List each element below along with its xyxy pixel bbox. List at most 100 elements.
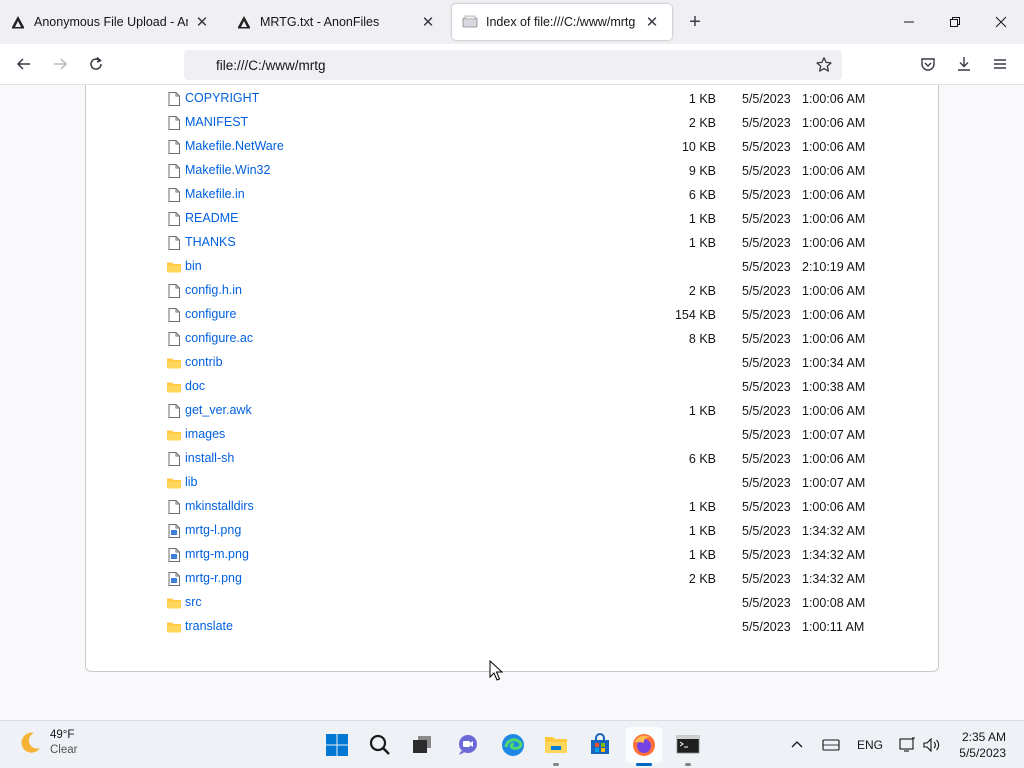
listing-item-date: 5/5/2023 bbox=[742, 572, 791, 586]
listing-item-size: 154 KB bbox=[674, 308, 716, 322]
listing-item-time: 1:00:38 AM bbox=[802, 380, 866, 394]
restore-button[interactable] bbox=[932, 0, 978, 44]
listing-item-size: 8 KB bbox=[688, 332, 716, 346]
listing-item-link[interactable]: README bbox=[185, 211, 238, 225]
store-icon bbox=[591, 733, 609, 754]
weather-widget[interactable]: 49°F Clear bbox=[16, 728, 77, 758]
listing-item-time: 2:10:19 AM bbox=[802, 260, 866, 274]
listing-item-size: 10 KB bbox=[681, 140, 716, 154]
listing-item-date: 5/5/2023 bbox=[742, 260, 791, 274]
listing-item-link[interactable]: doc bbox=[185, 379, 205, 393]
pocket-button[interactable] bbox=[914, 50, 942, 78]
file-icon bbox=[168, 404, 180, 418]
close-tab-icon[interactable]: ✕ bbox=[418, 12, 438, 32]
address-bar[interactable]: file:///C:/www/mrtg bbox=[184, 50, 842, 80]
close-window-button[interactable] bbox=[978, 0, 1024, 44]
bookmark-star-icon[interactable] bbox=[814, 55, 834, 75]
network-button[interactable] bbox=[898, 721, 916, 768]
listing-item-link[interactable]: get_ver.awk bbox=[185, 403, 252, 417]
listing-row: configure.ac 8 KB 5/5/2023 1:00:06 AM bbox=[86, 327, 938, 351]
listing-item-link[interactable]: Makefile.NetWare bbox=[185, 139, 284, 153]
listing-item-date: 5/5/2023 bbox=[742, 524, 791, 538]
listing-item-link[interactable]: mrtg-m.png bbox=[185, 547, 249, 561]
listing-row: mrtg-m.png 1 KB 5/5/2023 1:34:32 AM bbox=[86, 543, 938, 567]
restore-icon bbox=[950, 17, 960, 27]
listing-item-time: 1:00:07 AM bbox=[802, 476, 866, 490]
tray-device-button[interactable] bbox=[822, 721, 840, 768]
listing-item-link[interactable]: install-sh bbox=[185, 451, 234, 465]
clock-date: 5/5/2023 bbox=[959, 746, 1006, 760]
tab-title: Anonymous File Upload - Anon bbox=[34, 15, 188, 29]
listing-item-link[interactable]: configure bbox=[185, 307, 236, 321]
listing-item-size: 2 KB bbox=[688, 116, 716, 130]
listing-row: contrib 5/5/2023 1:00:34 AM bbox=[86, 351, 938, 375]
folder-icon bbox=[167, 358, 181, 369]
file-page-icon bbox=[462, 14, 478, 30]
downloads-button[interactable] bbox=[950, 50, 978, 78]
listing-item-link[interactable]: THANKS bbox=[185, 235, 236, 249]
edge-button[interactable] bbox=[495, 727, 531, 763]
listing-item-time: 1:00:06 AM bbox=[802, 92, 866, 106]
listing-item-link[interactable]: MANIFEST bbox=[185, 115, 248, 129]
tab-anonymous-file-upload[interactable]: Anonymous File Upload - Anon ✕ bbox=[0, 4, 222, 40]
menu-button[interactable] bbox=[986, 50, 1014, 78]
listing-row: Makefile.in 6 KB 5/5/2023 1:00:06 AM bbox=[86, 183, 938, 207]
back-button[interactable] bbox=[10, 50, 38, 78]
file-icon bbox=[168, 188, 180, 202]
close-tab-icon[interactable]: ✕ bbox=[642, 12, 662, 32]
listing-item-link[interactable]: COPYRIGHT bbox=[185, 91, 259, 105]
chat-button[interactable] bbox=[450, 727, 486, 763]
tab-mrtg-txt[interactable]: MRTG.txt - AnonFiles ✕ bbox=[226, 4, 448, 40]
listing-row: README 1 KB 5/5/2023 1:00:06 AM bbox=[86, 207, 938, 231]
firefox-button[interactable] bbox=[626, 727, 662, 766]
listing-item-link[interactable]: translate bbox=[185, 619, 233, 633]
listing-item-size: 2 KB bbox=[688, 284, 716, 298]
start-button[interactable] bbox=[319, 727, 355, 763]
tab-title: MRTG.txt - AnonFiles bbox=[260, 15, 380, 29]
listing-item-time: 1:00:06 AM bbox=[802, 236, 866, 250]
taskbar-clock[interactable]: 2:35 AM 5/5/2023 bbox=[959, 729, 1006, 761]
listing-item-link[interactable]: mrtg-r.png bbox=[185, 571, 242, 585]
new-tab-button[interactable]: + bbox=[684, 12, 706, 34]
network-icon bbox=[899, 737, 915, 752]
listing-row: Makefile.NetWare 10 KB 5/5/2023 1:00:06 AM bbox=[86, 135, 938, 159]
language-indicator[interactable]: ENG bbox=[857, 721, 883, 768]
listing-item-time: 1:00:06 AM bbox=[802, 188, 866, 202]
listing-item-link[interactable]: mkinstalldirs bbox=[185, 499, 254, 513]
terminal-button[interactable] bbox=[670, 727, 706, 766]
chat-icon bbox=[459, 735, 477, 755]
listing-item-link[interactable]: configure.ac bbox=[185, 331, 253, 345]
search-button[interactable] bbox=[362, 727, 398, 763]
show-hidden-icons-button[interactable] bbox=[790, 721, 804, 768]
minimize-button[interactable] bbox=[886, 0, 932, 44]
close-tab-icon[interactable]: ✕ bbox=[192, 12, 212, 32]
listing-item-link[interactable]: Makefile.in bbox=[185, 187, 245, 201]
listing-item-link[interactable]: lib bbox=[185, 475, 198, 489]
listing-item-link[interactable]: bin bbox=[185, 259, 202, 273]
listing-item-size: 1 KB bbox=[688, 92, 716, 106]
file-explorer-button[interactable] bbox=[538, 727, 574, 766]
task-view-button[interactable] bbox=[404, 727, 440, 763]
volume-button[interactable] bbox=[922, 721, 942, 768]
tab-index-of-mrtg[interactable]: Index of file:///C:/www/mrtg ✕ bbox=[452, 4, 672, 40]
listing-item-link[interactable]: config.h.in bbox=[185, 283, 242, 297]
listing-item-link[interactable]: Makefile.Win32 bbox=[185, 163, 270, 177]
store-button[interactable] bbox=[582, 727, 618, 763]
listing-item-time: 1:00:06 AM bbox=[802, 284, 866, 298]
listing-item-link[interactable]: contrib bbox=[185, 355, 223, 369]
listing-item-time: 1:34:32 AM bbox=[802, 572, 866, 586]
directory-listing: COPYRIGHT 1 KB 5/5/2023 1:00:06 AM MANIFEST 2… bbox=[85, 85, 939, 672]
search-icon bbox=[369, 734, 390, 755]
forward-button[interactable] bbox=[46, 50, 74, 78]
listing-row: mrtg-r.png 2 KB 5/5/2023 1:34:32 AM bbox=[86, 567, 938, 591]
listing-item-time: 1:34:32 AM bbox=[802, 524, 866, 538]
listing-item-size: 9 KB bbox=[688, 164, 716, 178]
listing-item-link[interactable]: src bbox=[185, 595, 202, 609]
url-text[interactable]: file:///C:/www/mrtg bbox=[216, 58, 326, 73]
reload-button[interactable] bbox=[82, 50, 110, 78]
listing-row: src 5/5/2023 1:00:08 AM bbox=[86, 591, 938, 615]
listing-item-link[interactable]: images bbox=[185, 427, 225, 441]
listing-item-size: 6 KB bbox=[688, 452, 716, 466]
listing-item-link[interactable]: mrtg-l.png bbox=[185, 523, 241, 537]
listing-item-date: 5/5/2023 bbox=[742, 308, 791, 322]
